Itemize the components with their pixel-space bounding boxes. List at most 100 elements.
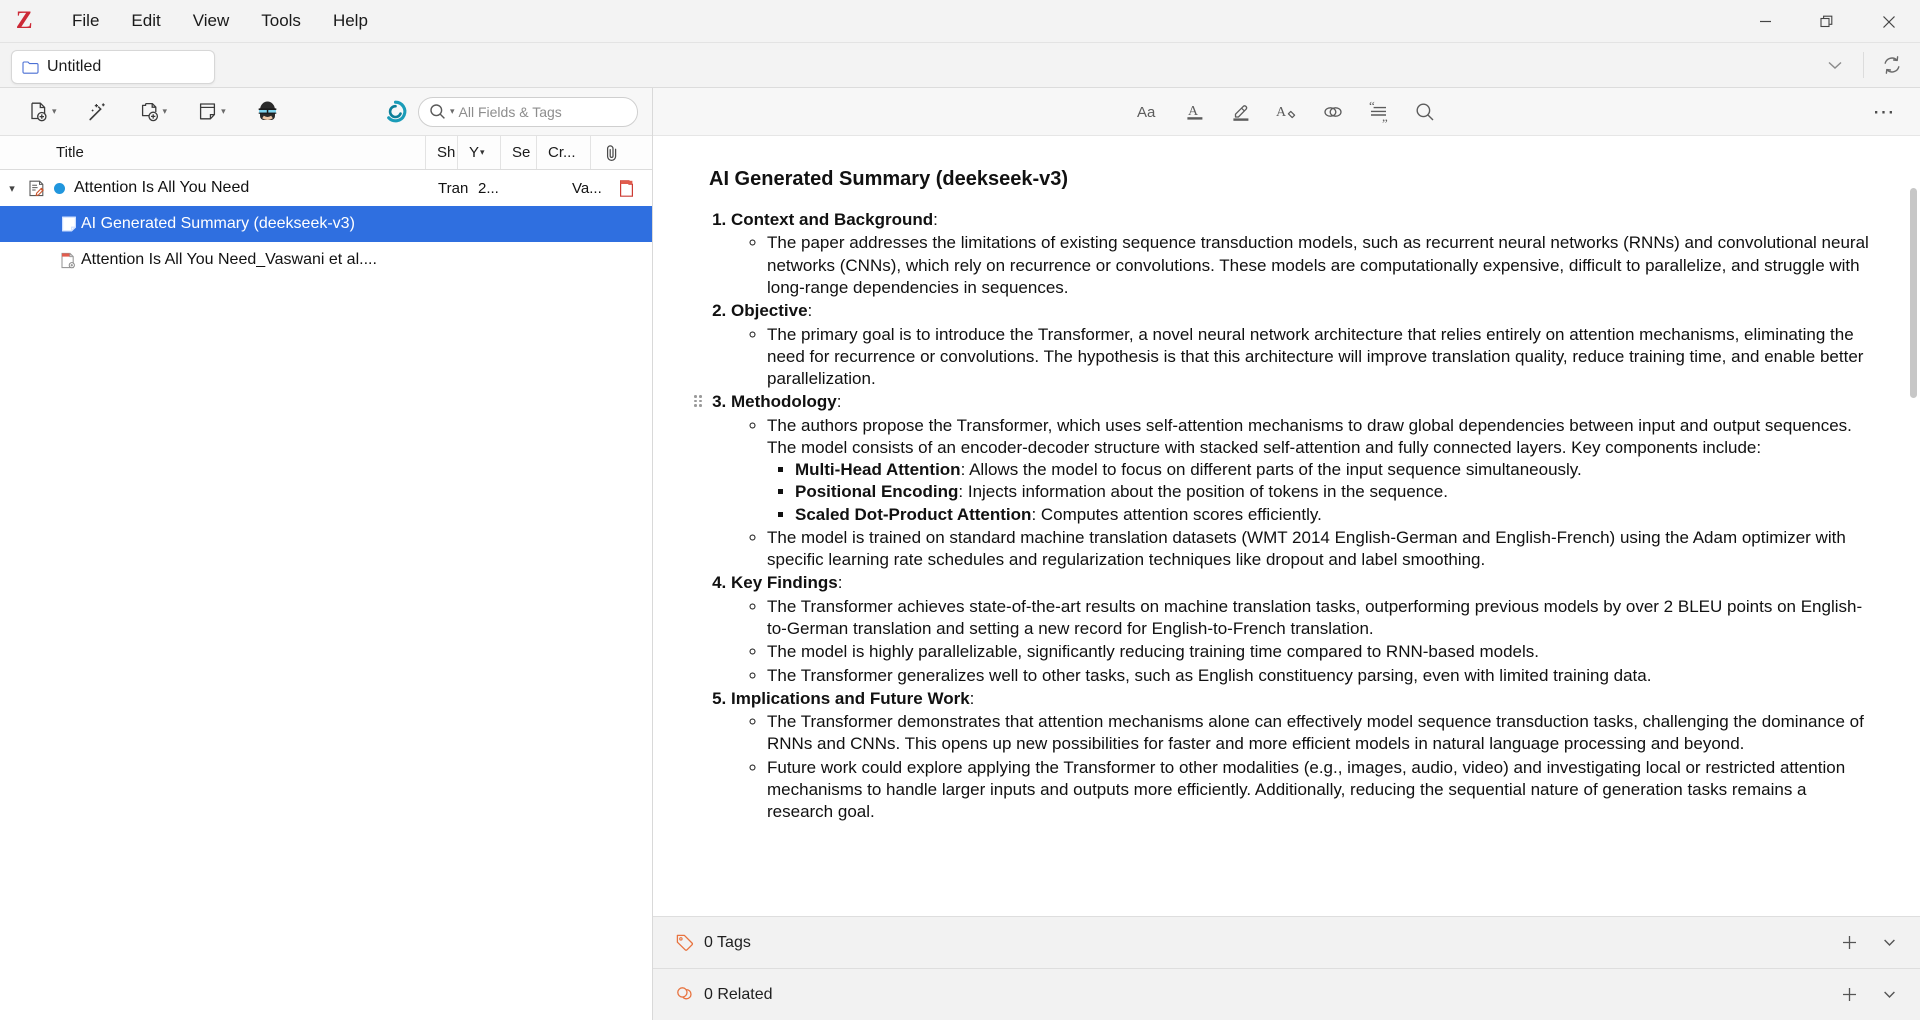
svg-text:A: A xyxy=(1188,104,1199,119)
new-item-button[interactable]: ▾ xyxy=(22,96,63,128)
item-attachment-indicator xyxy=(618,179,635,198)
tab-label: Untitled xyxy=(47,58,102,75)
sync-circle-icon[interactable] xyxy=(383,99,408,124)
note-scrollbar-thumb[interactable] xyxy=(1910,188,1917,398)
column-header-attachment[interactable] xyxy=(591,136,633,169)
text-color-a-icon: A xyxy=(1186,104,1202,120)
clear-formatting-button[interactable]: A xyxy=(1269,95,1305,129)
minimize-icon xyxy=(1759,20,1771,23)
new-note-button[interactable]: ▾ xyxy=(191,96,232,128)
item-title-cell: Attention Is All You Need_Vaswani et al.… xyxy=(0,251,377,270)
column-header-short[interactable]: Sh xyxy=(426,136,458,169)
collapse-tags-button[interactable] xyxy=(1874,928,1904,958)
items-list[interactable]: ▾ Attention Is All You Need Tran 2... Va… xyxy=(0,170,652,1020)
note-bullets: The authors propose the Transformer, whi… xyxy=(767,415,1874,572)
svg-text:„: „ xyxy=(1382,109,1388,123)
add-by-identifier-button[interactable] xyxy=(81,96,115,128)
sync-button[interactable] xyxy=(1864,42,1920,87)
block-drag-handle[interactable] xyxy=(693,394,703,408)
note-heading: AI Generated Summary (deekseek-v3) xyxy=(709,168,1069,190)
chevron-down-icon xyxy=(1828,61,1842,69)
note-bullet: The Transformer demonstrates that attent… xyxy=(767,711,1874,756)
chevron-down-icon[interactable]: ▾ xyxy=(450,107,455,116)
collapse-related-button[interactable] xyxy=(1874,980,1904,1010)
sort-indicator-icon: ▾ xyxy=(480,147,485,157)
menu-help[interactable]: Help xyxy=(317,5,384,37)
minimize-button[interactable] xyxy=(1734,0,1796,43)
note-section-2: Objective: The primary goal is to introd… xyxy=(731,300,1874,390)
plus-icon xyxy=(1842,988,1856,1001)
related-icon xyxy=(677,987,692,1000)
note-subbullet: Multi-Head Attention: Allows the model t… xyxy=(795,459,1874,481)
item-year: 2... xyxy=(478,179,499,197)
chevron-down-icon: ▾ xyxy=(52,106,57,116)
restore-icon xyxy=(1820,15,1833,27)
note-options-button[interactable]: ⋯ xyxy=(1866,95,1902,129)
note-subbullets: Multi-Head Attention: Allows the model t… xyxy=(795,459,1874,526)
related-section[interactable]: 0 Related xyxy=(653,968,1920,1020)
find-in-note-button[interactable] xyxy=(1407,95,1443,129)
column-header-series[interactable]: Se xyxy=(501,136,537,169)
menu-edit[interactable]: Edit xyxy=(115,5,176,37)
note-section-title: Key Findings: xyxy=(731,573,843,593)
related-label: 0 Related xyxy=(704,985,773,1003)
tab-list-dropdown-button[interactable] xyxy=(1807,42,1863,87)
note-content[interactable]: AI Generated Summary (deekseek-v3) Conte… xyxy=(653,136,1920,916)
column-header-year[interactable]: Y ▾ xyxy=(458,136,501,169)
menu-file[interactable]: File xyxy=(56,5,115,37)
chevron-down-icon xyxy=(1883,991,1895,999)
note-icon xyxy=(56,215,81,233)
note-bullet: The primary goal is to introduce the Tra… xyxy=(767,324,1874,391)
note-bullet: Future work could explore applying the T… xyxy=(767,757,1874,824)
ai-assistant-button[interactable] xyxy=(250,95,285,128)
menu-view[interactable]: View xyxy=(177,5,246,37)
note-section-5: Implications and Future Work: The Transf… xyxy=(731,688,1874,824)
expand-twisty-icon[interactable]: ▾ xyxy=(0,182,24,195)
text-color-button[interactable]: A xyxy=(1177,95,1213,129)
insert-citation-button[interactable]: “ „ xyxy=(1361,95,1397,129)
add-attachment-button[interactable]: ▾ xyxy=(133,96,174,128)
window-controls xyxy=(1734,0,1920,43)
tag-icon xyxy=(676,934,694,951)
note-bullet: The model is highly parallelizable, sign… xyxy=(767,641,1874,663)
note-bullets: The Transformer demonstrates that attent… xyxy=(767,711,1874,823)
highlight-button[interactable] xyxy=(1223,95,1259,129)
note-outline: Context and Background: The paper addres… xyxy=(731,209,1874,823)
add-related-button[interactable] xyxy=(1834,980,1864,1010)
tab-untitled[interactable]: Untitled xyxy=(11,50,215,84)
insert-link-button[interactable] xyxy=(1315,95,1351,129)
note-scrollbar[interactable] xyxy=(1910,188,1918,828)
paperclip-icon xyxy=(606,144,617,161)
tags-label: 0 Tags xyxy=(704,933,751,951)
add-tag-button[interactable] xyxy=(1834,928,1864,958)
note-subbullet: Scaled Dot-Product Attention: Computes a… xyxy=(795,504,1874,526)
restore-button[interactable] xyxy=(1796,0,1858,43)
column-header-creator[interactable]: Cr... xyxy=(537,136,591,169)
search-input[interactable]: ▾ All Fields & Tags xyxy=(418,96,638,127)
item-title-cell: AI Generated Summary (deekseek-v3) xyxy=(0,215,355,233)
item-creator: Va... xyxy=(572,179,602,197)
format-text-button[interactable]: Aa xyxy=(1131,95,1167,129)
tabbar: Untitled xyxy=(0,43,1920,88)
note-editor-toolbar: Aa A A “ „ ⋯ xyxy=(653,88,1920,136)
glasses-avatar-icon xyxy=(258,101,276,120)
note-icon xyxy=(200,102,216,119)
chevron-down-icon: ▾ xyxy=(162,106,168,116)
sync-icon xyxy=(1884,55,1900,74)
menu-items: File Edit View Tools Help xyxy=(56,5,384,37)
new-document-icon xyxy=(31,102,47,121)
tags-section[interactable]: 0 Tags xyxy=(653,916,1920,968)
main-region: ▾ ▾ ▾ ▾ All Fields & Tags Title Sh Y ▾ S… xyxy=(0,88,1920,1020)
column-header-title[interactable]: Title xyxy=(0,136,426,169)
item-row-pdf-attachment[interactable]: Attention Is All You Need_Vaswani et al.… xyxy=(0,242,652,278)
menu-tools[interactable]: Tools xyxy=(245,5,317,37)
highlighter-icon xyxy=(1232,104,1248,121)
item-row-ai-summary[interactable]: AI Generated Summary (deekseek-v3) xyxy=(0,206,652,242)
note-editor-pane: Aa A A “ „ ⋯ AI Generated Summary (deeks… xyxy=(653,88,1920,1020)
link-icon xyxy=(1323,106,1342,117)
search-placeholder: All Fields & Tags xyxy=(458,103,562,120)
close-icon xyxy=(1883,15,1895,28)
item-row-attention[interactable]: ▾ Attention Is All You Need Tran 2... Va… xyxy=(0,170,652,206)
magic-wand-icon xyxy=(88,102,105,120)
close-button[interactable] xyxy=(1858,0,1920,43)
